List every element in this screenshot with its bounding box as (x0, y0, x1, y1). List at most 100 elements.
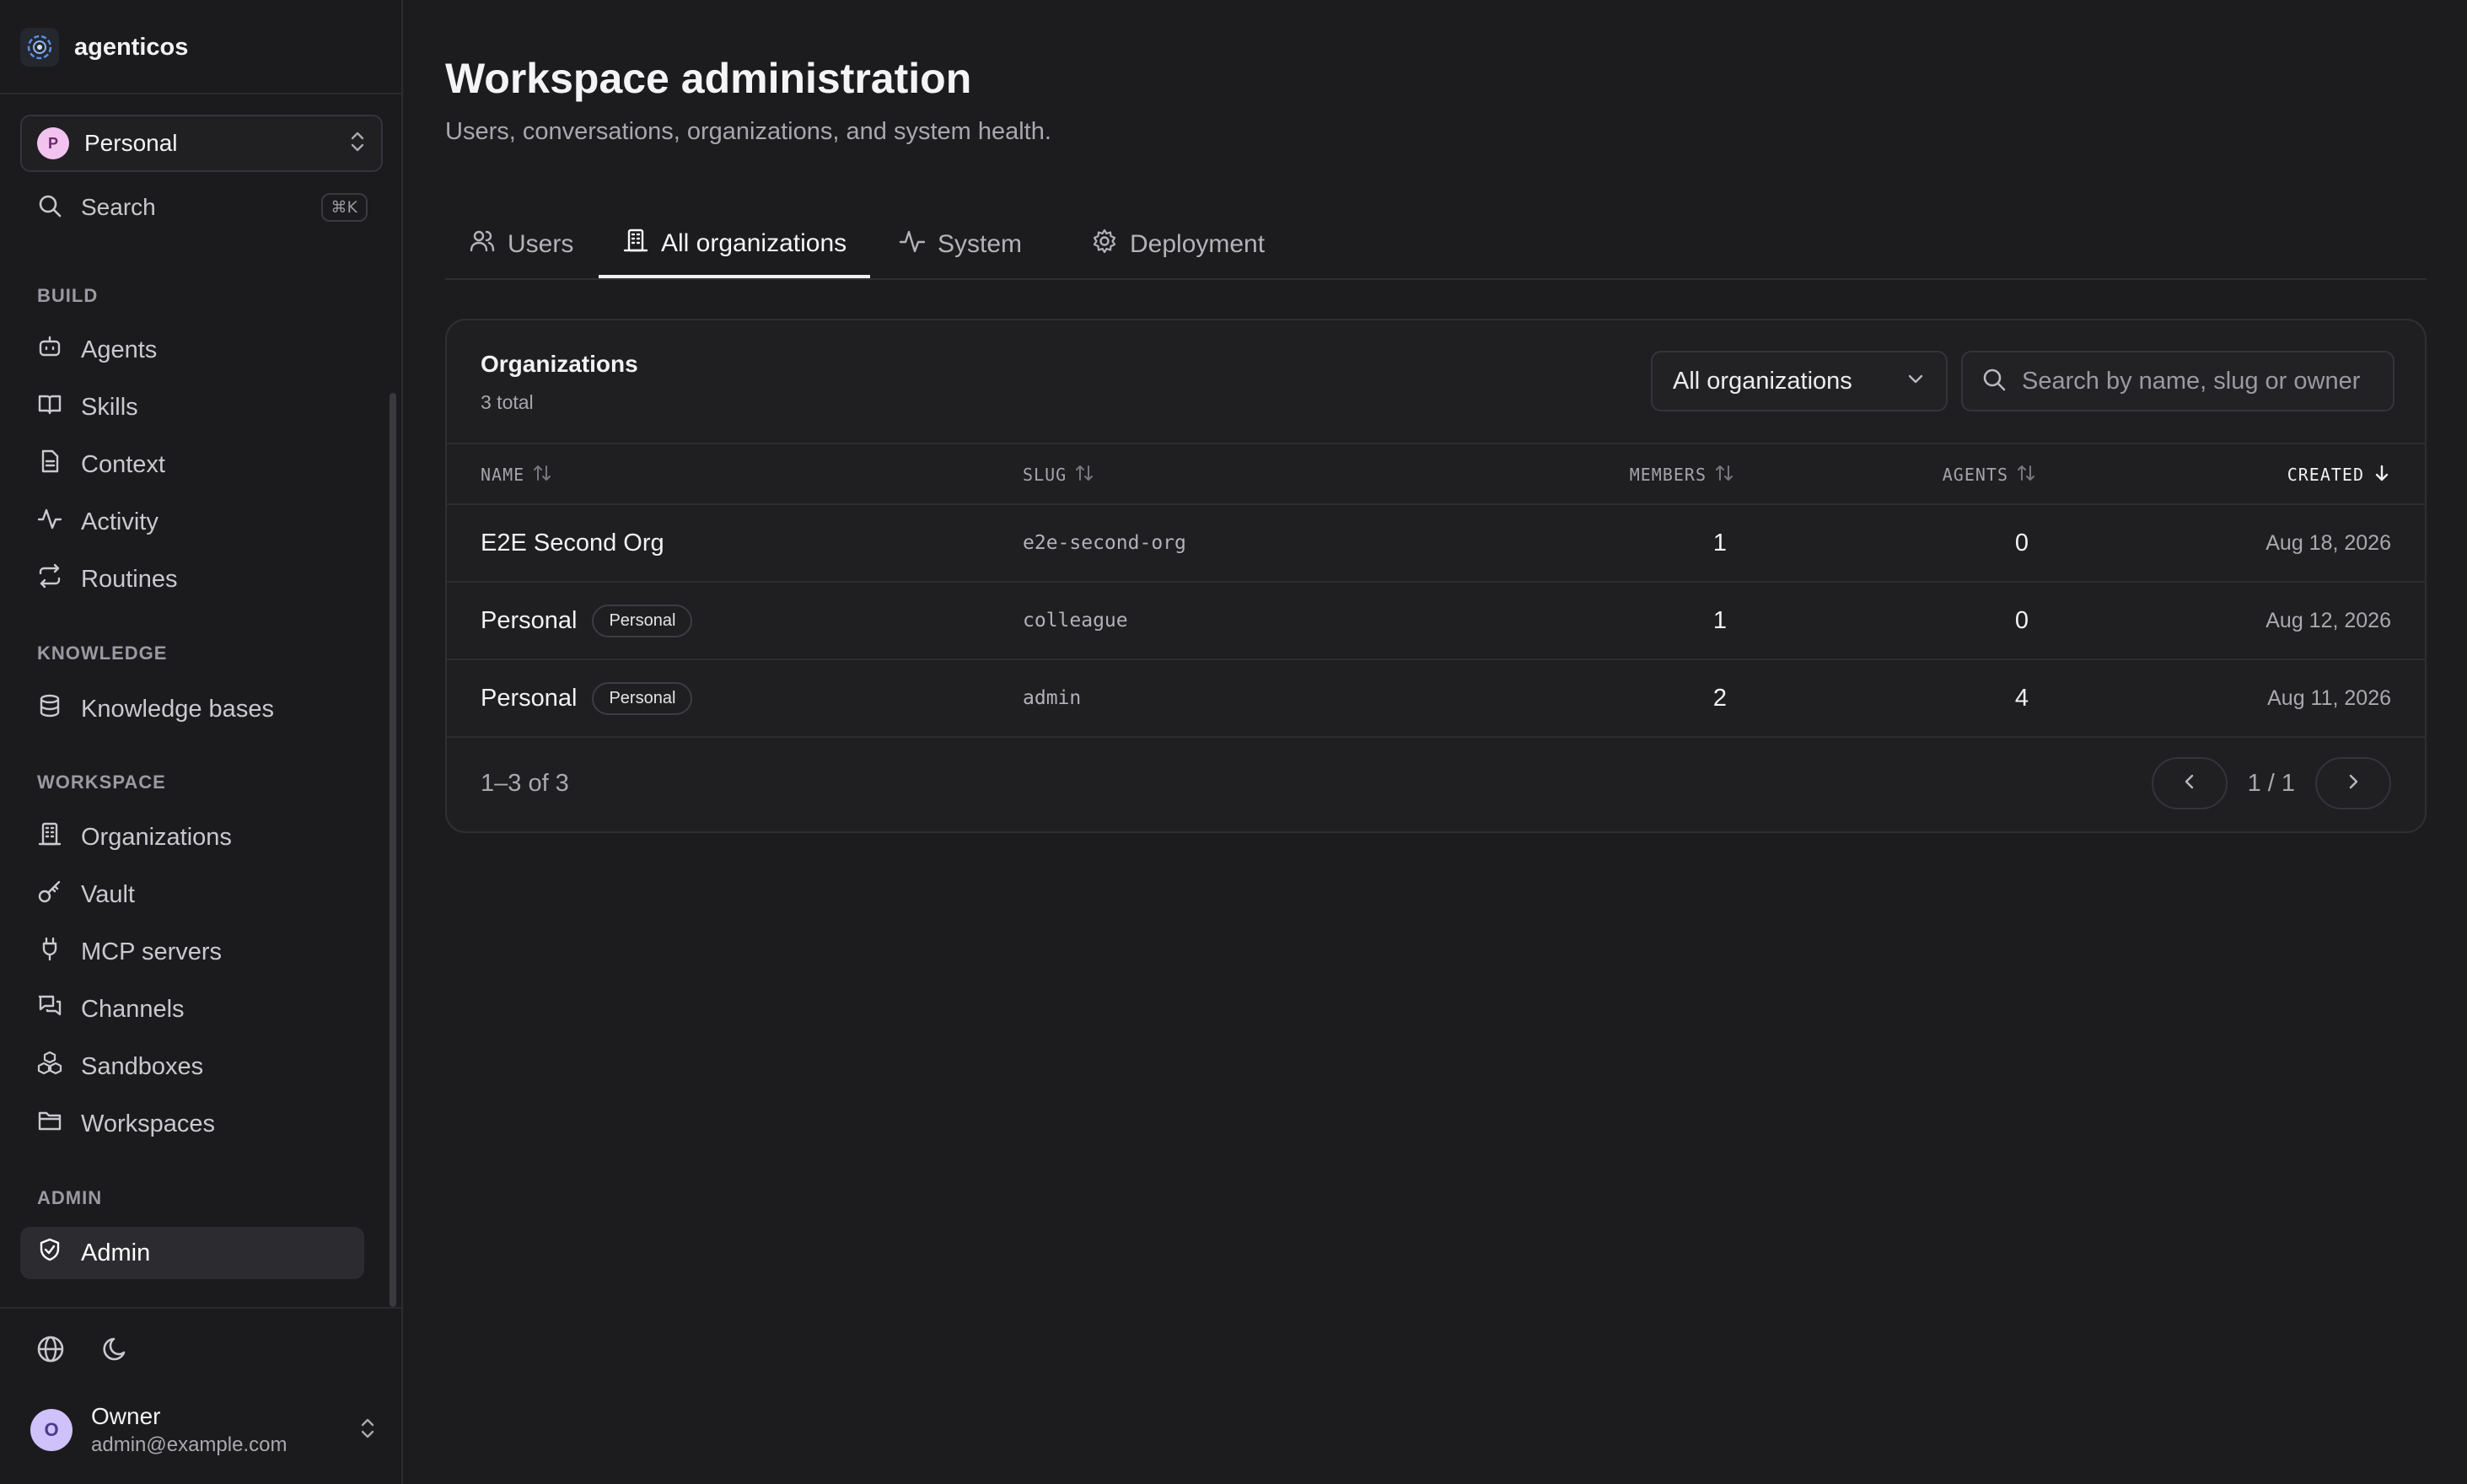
globe-icon[interactable] (35, 1334, 66, 1368)
column-label: MEMBERS (1629, 465, 1706, 485)
sidebar-item-routines[interactable]: Routines (20, 553, 364, 605)
filter-value: All organizations (1673, 367, 1852, 395)
sidebar-item-skills[interactable]: Skills (20, 381, 364, 433)
org-slug: colleague (1023, 610, 1128, 632)
search-icon (37, 193, 62, 223)
shield-icon (37, 1237, 62, 1269)
app-root: agenticos P Personal Search ⌘K BUILD Age… (0, 0, 2467, 1484)
org-agents: 4 (2014, 684, 2029, 712)
building-icon (37, 821, 62, 853)
org-name-cell: Personal Personal (481, 583, 693, 659)
org-created: Aug 12, 2026 (2265, 608, 2391, 632)
org-members: 2 (1712, 684, 1727, 712)
org-members: 1 (1712, 606, 1727, 634)
search-icon (1981, 367, 2007, 396)
chevrons-up-down-icon (349, 131, 366, 157)
sidebar-item-label: Skills (81, 393, 138, 421)
org-avatar: P (37, 127, 69, 159)
org-switcher-name: Personal (84, 130, 178, 156)
sidebar-item-activity[interactable]: Activity (20, 496, 364, 548)
org-name: Personal (481, 684, 578, 712)
previous-page-button[interactable] (2151, 757, 2228, 809)
sidebar-scrollbar[interactable] (390, 393, 396, 1307)
column-label: NAME (481, 465, 525, 485)
table-row[interactable]: Personal Personal colleague 1 0 Aug 12, … (447, 583, 2425, 660)
org-switcher[interactable]: P Personal (20, 115, 383, 172)
sidebar-item-vault[interactable]: Vault (20, 868, 364, 921)
chevron-down-icon (1905, 368, 1926, 395)
sort-icon (1075, 464, 1094, 487)
sidebar-item-workspaces[interactable]: Workspaces (20, 1098, 364, 1150)
personal-badge: Personal (592, 681, 693, 715)
search-label: Search (81, 194, 156, 220)
admin-tabs: Users All organizations System Deploymen… (445, 212, 2427, 280)
activity-icon (899, 228, 926, 261)
table-row[interactable]: E2E Second Org e2e-second-org 1 0 Aug 18… (447, 505, 2425, 583)
table-row[interactable]: Personal Personal admin 2 4 Aug 11, 2026 (447, 660, 2425, 738)
tab-deployment[interactable]: Deployment (1067, 212, 1288, 277)
user-email: admin@example.com (91, 1433, 288, 1456)
tab-system[interactable]: System (875, 212, 1045, 277)
gear-icon (1091, 228, 1118, 261)
sidebar-item-label: Activity (81, 508, 159, 535)
user-menu[interactable]: O Owner admin@example.com (30, 1396, 376, 1464)
sidebar-item-label: Knowledge bases (81, 695, 274, 723)
chevron-left-icon (2180, 772, 2199, 795)
sidebar-item-label: Organizations (81, 823, 232, 851)
tab-label: All organizations (661, 229, 847, 257)
tab-all-organizations[interactable]: All organizations (599, 212, 871, 278)
tab-label: Users (508, 230, 574, 258)
sidebar-item-knowledge-bases[interactable]: Knowledge bases (20, 683, 364, 735)
sort-icon (533, 464, 551, 487)
divider (0, 1307, 401, 1309)
org-name-cell: Personal Personal (481, 660, 693, 736)
pagination-range: 1–3 of 3 (481, 770, 569, 797)
column-header-name[interactable]: NAME (481, 444, 551, 505)
org-slug: e2e-second-org (1023, 532, 1186, 554)
column-header-created[interactable]: CREATED (2287, 444, 2391, 505)
sort-icon (2017, 464, 2035, 487)
org-created: Aug 11, 2026 (2267, 686, 2391, 710)
sidebar-item-organizations[interactable]: Organizations (20, 811, 364, 863)
column-header-slug[interactable]: SLUG (1023, 444, 1094, 505)
organization-search (1961, 351, 2394, 411)
sidebar-item-agents[interactable]: Agents (20, 324, 364, 376)
sidebar-item-label: Sandboxes (81, 1052, 204, 1080)
column-header-members[interactable]: MEMBERS (1630, 444, 1733, 505)
table-header: NAME SLUG MEMBERS AGENTS CREATED (447, 443, 2425, 505)
column-label: SLUG (1023, 465, 1067, 485)
sidebar-item-label: Vault (81, 880, 135, 908)
column-header-agents[interactable]: AGENTS (1943, 444, 2035, 505)
tab-users[interactable]: Users (445, 212, 597, 277)
organization-filter-select[interactable]: All organizations (1651, 351, 1948, 411)
page-indicator: 1 / 1 (2247, 769, 2295, 797)
book-icon (37, 391, 62, 423)
page-subtitle: Users, conversations, organizations, and… (445, 118, 1051, 145)
personal-badge: Personal (592, 604, 693, 637)
section-heading-admin: ADMIN (37, 1187, 103, 1208)
sidebar-item-context[interactable]: Context (20, 438, 364, 491)
sidebar-item-channels[interactable]: Channels (20, 983, 364, 1035)
sidebar-utility-buttons (35, 1334, 132, 1368)
user-info: Owner admin@example.com (91, 1403, 341, 1457)
sidebar-item-mcp-servers[interactable]: MCP servers (20, 926, 364, 978)
messages-icon (37, 993, 62, 1025)
sidebar-item-sandboxes[interactable]: Sandboxes (20, 1040, 364, 1093)
sidebar-search[interactable]: Search ⌘K (37, 187, 368, 228)
sort-icon (1715, 464, 1733, 487)
tab-label: System (938, 230, 1023, 258)
org-created: Aug 18, 2026 (2265, 530, 2391, 555)
brand[interactable]: agenticos (20, 24, 188, 71)
column-label: AGENTS (1942, 465, 2008, 485)
bot-icon (37, 334, 62, 366)
organization-search-input[interactable] (2020, 366, 2374, 396)
search-shortcut: ⌘K (320, 193, 368, 222)
section-heading-build: BUILD (37, 285, 99, 306)
moon-icon[interactable] (101, 1334, 132, 1368)
sidebar-item-admin[interactable]: Admin (20, 1227, 364, 1279)
org-agents: 0 (2014, 606, 2029, 634)
org-name: E2E Second Org (481, 529, 664, 556)
folder-icon (37, 1108, 62, 1140)
users-icon (469, 228, 496, 261)
next-page-button[interactable] (2315, 757, 2391, 809)
